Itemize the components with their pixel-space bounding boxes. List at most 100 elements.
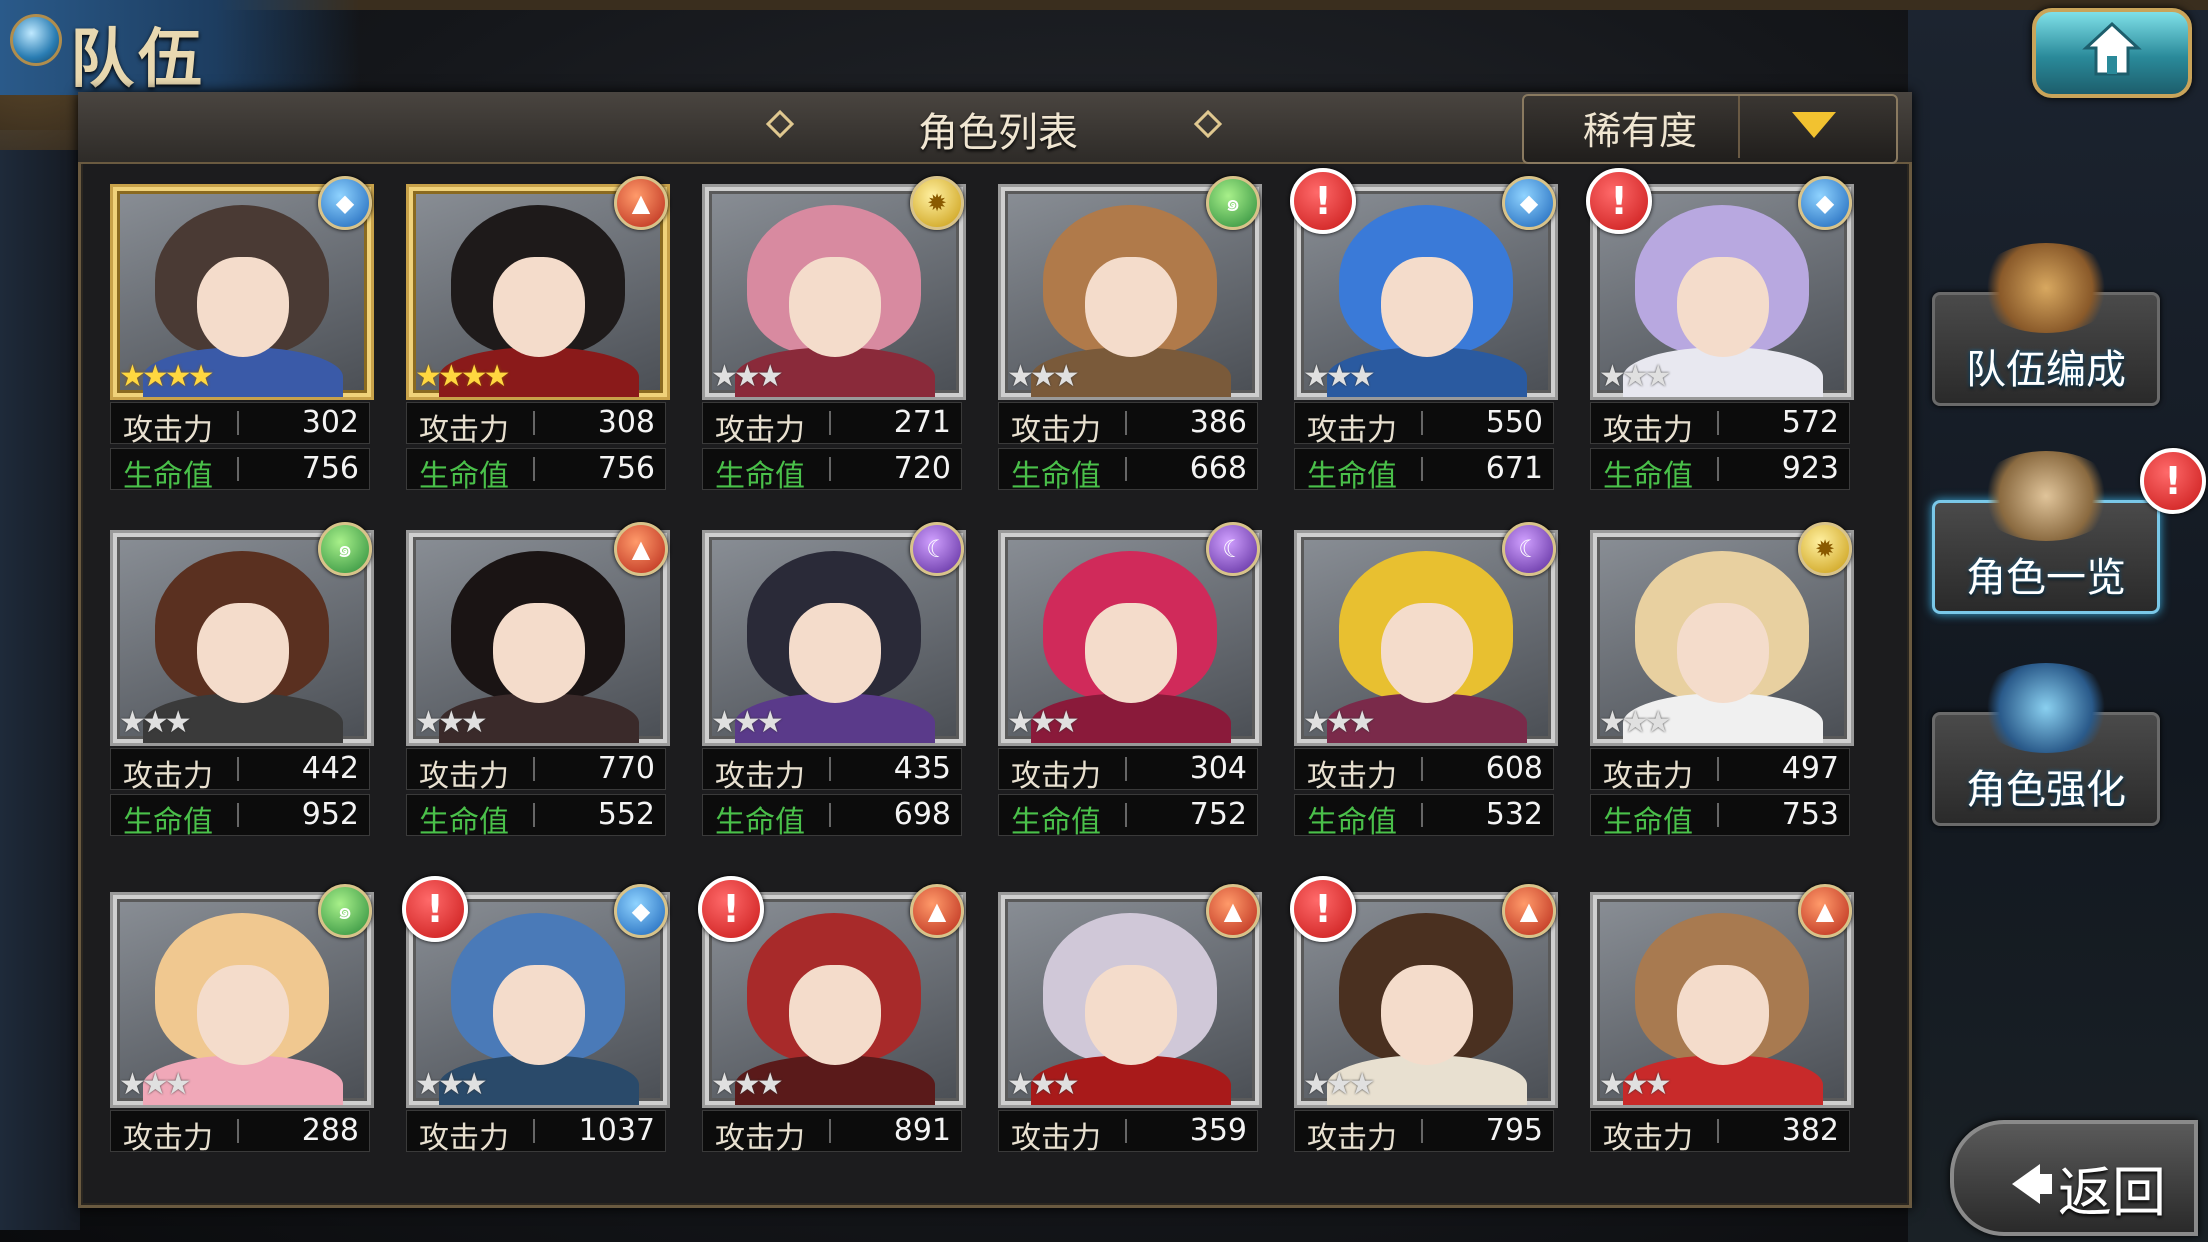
attack-value: 572 [1781,405,1839,440]
stat-separator [1717,457,1719,481]
new-alert-icon: ! [402,876,468,942]
rarity-stars: ★★★ [1599,1067,1672,1102]
attack-stat: 攻击力 442 [110,748,370,794]
attack-label: 攻击力 [419,1121,509,1156]
back-label[interactable]: 返回 [2058,1148,2166,1227]
attack-label: 攻击力 [1011,759,1101,794]
stat-separator [829,411,831,435]
hp-value: 532 [1485,797,1543,832]
dropdown-arrow-icon[interactable] [1792,112,1836,138]
portrait-face [493,965,585,1065]
screen-title-bar: 队伍 [0,0,360,97]
rarity-stars: ★★★ [119,705,192,740]
book-icon [1975,451,2117,541]
attack-label: 攻击力 [123,413,213,448]
portrait-face [789,257,881,357]
stat-separator [533,411,535,435]
attack-value: 891 [893,1113,951,1148]
hp-value: 753 [1781,797,1839,832]
stat-separator [829,1119,831,1143]
attack-stat: 攻击力 288 [110,1110,370,1156]
fire-element-icon: ▲ [1798,884,1852,938]
hp-value: 668 [1189,451,1247,486]
character-enhance-button[interactable]: 角色强化 [1932,663,2160,826]
rarity-stars: ★★★ [1599,705,1672,740]
hp-label: 生命值 [1603,459,1693,494]
rarity-stars: ★★★ [119,1067,192,1102]
attack-value: 382 [1781,1113,1839,1148]
stat-separator [1421,411,1423,435]
attack-stat: 攻击力 497 [1590,748,1850,794]
stat-separator [533,457,535,481]
stat-separator [1125,457,1127,481]
attack-value: 1037 [578,1113,655,1148]
sort-label[interactable]: 稀有度 [1560,100,1720,155]
home-button[interactable] [2032,8,2192,98]
hp-value: 756 [301,451,359,486]
home-icon [2082,21,2142,76]
team-characters-icon [1975,243,2117,333]
rarity-stars: ★★★ [711,705,784,740]
water-element-icon: ◆ [318,176,372,230]
character-list-label: 角色一览 [1966,555,2126,601]
wind-element-icon: ๑ [318,884,372,938]
stat-separator [237,757,239,781]
stat-separator [1125,411,1127,435]
screen-title: 队伍 [70,23,206,97]
stat-separator [237,803,239,827]
hp-value: 923 [1781,451,1839,486]
attack-stat: 攻击力 550 [1294,402,1554,448]
character-list-button[interactable]: 角色一览 [1932,451,2160,614]
stat-separator [533,803,535,827]
attack-value: 386 [1189,405,1247,440]
dark-element-icon: ☾ [910,522,964,576]
attack-stat: 攻击力 308 [406,402,666,448]
attack-value: 550 [1485,405,1543,440]
hp-label: 生命值 [715,805,805,840]
portrait-face [1381,603,1473,703]
hp-stat: 生命值 668 [998,448,1258,494]
hp-stat: 生命值 720 [702,448,962,494]
rarity-stars: ★★★ [1007,359,1080,394]
attack-value: 497 [1781,751,1839,786]
attack-value: 442 [301,751,359,786]
attack-stat: 攻击力 435 [702,748,962,794]
attack-value: 288 [301,1113,359,1148]
hp-stat: 生命值 756 [406,448,666,494]
portrait-face [1085,603,1177,703]
attack-stat: 攻击力 271 [702,402,962,448]
character-enhance-label: 角色强化 [1966,767,2126,813]
hp-stat: 生命值 756 [110,448,370,494]
attack-label: 攻击力 [1603,413,1693,448]
stat-separator [1125,757,1127,781]
portrait-face [1085,257,1177,357]
hp-stat: 生命值 671 [1294,448,1554,494]
rarity-stars: ★★★ [711,1067,784,1102]
attack-value: 435 [893,751,951,786]
new-alert-icon: ! [1290,168,1356,234]
background-left [0,130,80,1230]
stat-separator [237,457,239,481]
stat-separator [829,803,831,827]
stat-separator [237,411,239,435]
stat-separator [829,757,831,781]
hp-value: 552 [597,797,655,832]
hp-label: 生命值 [419,805,509,840]
attack-label: 攻击力 [419,759,509,794]
fire-element-icon: ▲ [910,884,964,938]
attack-value: 302 [301,405,359,440]
wind-element-icon: ๑ [1206,176,1260,230]
portrait-face [1677,965,1769,1065]
hp-stat: 生命值 552 [406,794,666,840]
hp-label: 生命值 [1307,805,1397,840]
team-build-button[interactable]: 队伍编成 [1932,243,2160,406]
portrait-face [1677,603,1769,703]
sort-divider [1738,96,1740,158]
rarity-stars: ★★★★ [415,359,511,394]
rarity-stars: ★★★ [415,1067,488,1102]
attack-stat: 攻击力 572 [1590,402,1850,448]
hp-value: 720 [893,451,951,486]
hp-stat: 生命值 752 [998,794,1258,840]
dark-element-icon: ☾ [1502,522,1556,576]
attack-label: 攻击力 [123,1121,213,1156]
